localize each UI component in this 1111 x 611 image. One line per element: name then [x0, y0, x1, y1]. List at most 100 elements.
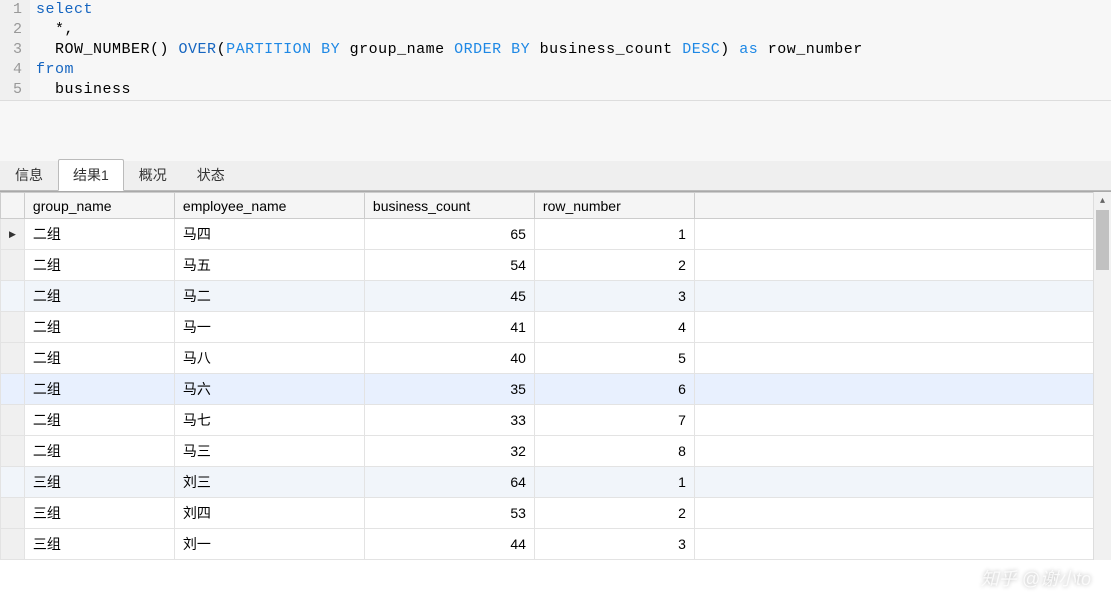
cell-employee_name[interactable]: 刘四	[174, 498, 364, 529]
column-header-business_count[interactable]: business_count	[364, 193, 534, 219]
code-line[interactable]: 2 *,	[0, 20, 1111, 40]
cell-business_count[interactable]: 64	[364, 467, 534, 498]
column-header-row_number[interactable]: row_number	[534, 193, 694, 219]
cell-group_name[interactable]: 三组	[24, 529, 174, 560]
results-area: group_nameemployee_namebusiness_countrow…	[0, 191, 1111, 560]
cell-spacer	[694, 498, 1110, 529]
cell-business_count[interactable]: 40	[364, 343, 534, 374]
cell-business_count[interactable]: 41	[364, 312, 534, 343]
code-content[interactable]: business	[30, 80, 131, 100]
tab-结果1[interactable]: 结果1	[58, 159, 124, 191]
cell-business_count[interactable]: 45	[364, 281, 534, 312]
table-row[interactable]: 二组马七337	[1, 405, 1111, 436]
row-marker	[1, 219, 25, 250]
code-content[interactable]: *,	[30, 20, 74, 40]
cell-spacer	[694, 219, 1110, 250]
table-row[interactable]: 二组马一414	[1, 312, 1111, 343]
scroll-thumb[interactable]	[1096, 210, 1109, 270]
row-marker	[1, 436, 25, 467]
cell-row_number[interactable]: 8	[534, 436, 694, 467]
line-number: 1	[0, 0, 30, 20]
code-line[interactable]: 4from	[0, 60, 1111, 80]
cell-row_number[interactable]: 2	[534, 498, 694, 529]
cell-group_name[interactable]: 二组	[24, 436, 174, 467]
row-marker-header	[1, 193, 25, 219]
sql-editor[interactable]: 1select2 *,3 ROW_NUMBER() OVER(PARTITION…	[0, 0, 1111, 101]
cell-business_count[interactable]: 32	[364, 436, 534, 467]
table-row[interactable]: 二组马五542	[1, 250, 1111, 281]
code-content[interactable]: select	[30, 0, 93, 20]
table-row[interactable]: 二组马四651	[1, 219, 1111, 250]
code-content[interactable]: ROW_NUMBER() OVER(PARTITION BY group_nam…	[30, 40, 863, 60]
cell-group_name[interactable]: 三组	[24, 467, 174, 498]
table-row[interactable]: 三组刘三641	[1, 467, 1111, 498]
line-number: 5	[0, 80, 30, 100]
table-row[interactable]: 二组马二453	[1, 281, 1111, 312]
cell-employee_name[interactable]: 马七	[174, 405, 364, 436]
cell-row_number[interactable]: 6	[534, 374, 694, 405]
table-row[interactable]: 三组刘一443	[1, 529, 1111, 560]
table-row[interactable]: 二组马八405	[1, 343, 1111, 374]
cell-employee_name[interactable]: 刘一	[174, 529, 364, 560]
cell-employee_name[interactable]: 刘三	[174, 467, 364, 498]
table-row[interactable]: 二组马三328	[1, 436, 1111, 467]
cell-employee_name[interactable]: 马一	[174, 312, 364, 343]
cell-spacer	[694, 281, 1110, 312]
cell-row_number[interactable]: 1	[534, 219, 694, 250]
cell-business_count[interactable]: 44	[364, 529, 534, 560]
line-number: 3	[0, 40, 30, 60]
cell-row_number[interactable]: 4	[534, 312, 694, 343]
cell-row_number[interactable]: 3	[534, 281, 694, 312]
cell-employee_name[interactable]: 马五	[174, 250, 364, 281]
cell-business_count[interactable]: 65	[364, 219, 534, 250]
cell-group_name[interactable]: 三组	[24, 498, 174, 529]
scroll-up-button[interactable]: ▴	[1094, 192, 1111, 210]
row-marker	[1, 529, 25, 560]
cell-employee_name[interactable]: 马二	[174, 281, 364, 312]
cell-row_number[interactable]: 5	[534, 343, 694, 374]
table-row[interactable]: 二组马六356	[1, 374, 1111, 405]
column-header-employee_name[interactable]: employee_name	[174, 193, 364, 219]
cell-row_number[interactable]: 2	[534, 250, 694, 281]
column-header-group_name[interactable]: group_name	[24, 193, 174, 219]
cell-spacer	[694, 529, 1110, 560]
results-grid[interactable]: group_nameemployee_namebusiness_countrow…	[0, 192, 1111, 560]
cell-employee_name[interactable]: 马三	[174, 436, 364, 467]
cell-spacer	[694, 343, 1110, 374]
tab-概况[interactable]: 概况	[124, 159, 182, 190]
cell-employee_name[interactable]: 马六	[174, 374, 364, 405]
cell-group_name[interactable]: 二组	[24, 219, 174, 250]
cell-employee_name[interactable]: 马四	[174, 219, 364, 250]
code-line[interactable]: 1select	[0, 0, 1111, 20]
cell-row_number[interactable]: 7	[534, 405, 694, 436]
cell-business_count[interactable]: 54	[364, 250, 534, 281]
cell-row_number[interactable]: 3	[534, 529, 694, 560]
tab-状态[interactable]: 状态	[182, 159, 240, 190]
column-spacer	[694, 193, 1110, 219]
cell-group_name[interactable]: 二组	[24, 281, 174, 312]
cell-spacer	[694, 312, 1110, 343]
cell-row_number[interactable]: 1	[534, 467, 694, 498]
tab-信息[interactable]: 信息	[0, 159, 58, 190]
cell-group_name[interactable]: 二组	[24, 312, 174, 343]
cell-spacer	[694, 467, 1110, 498]
cell-business_count[interactable]: 33	[364, 405, 534, 436]
cell-group_name[interactable]: 二组	[24, 374, 174, 405]
vertical-scrollbar[interactable]: ▴	[1093, 192, 1111, 560]
cell-employee_name[interactable]: 马八	[174, 343, 364, 374]
code-line[interactable]: 5 business	[0, 80, 1111, 100]
cell-business_count[interactable]: 35	[364, 374, 534, 405]
row-marker	[1, 343, 25, 374]
cell-group_name[interactable]: 二组	[24, 250, 174, 281]
code-content[interactable]: from	[30, 60, 74, 80]
cell-spacer	[694, 405, 1110, 436]
cell-spacer	[694, 436, 1110, 467]
cell-business_count[interactable]: 53	[364, 498, 534, 529]
cell-group_name[interactable]: 二组	[24, 343, 174, 374]
watermark: 知乎 @谢小to	[981, 565, 1091, 591]
cell-group_name[interactable]: 二组	[24, 405, 174, 436]
table-row[interactable]: 三组刘四532	[1, 498, 1111, 529]
row-marker	[1, 374, 25, 405]
editor-spacer	[0, 101, 1111, 161]
code-line[interactable]: 3 ROW_NUMBER() OVER(PARTITION BY group_n…	[0, 40, 1111, 60]
